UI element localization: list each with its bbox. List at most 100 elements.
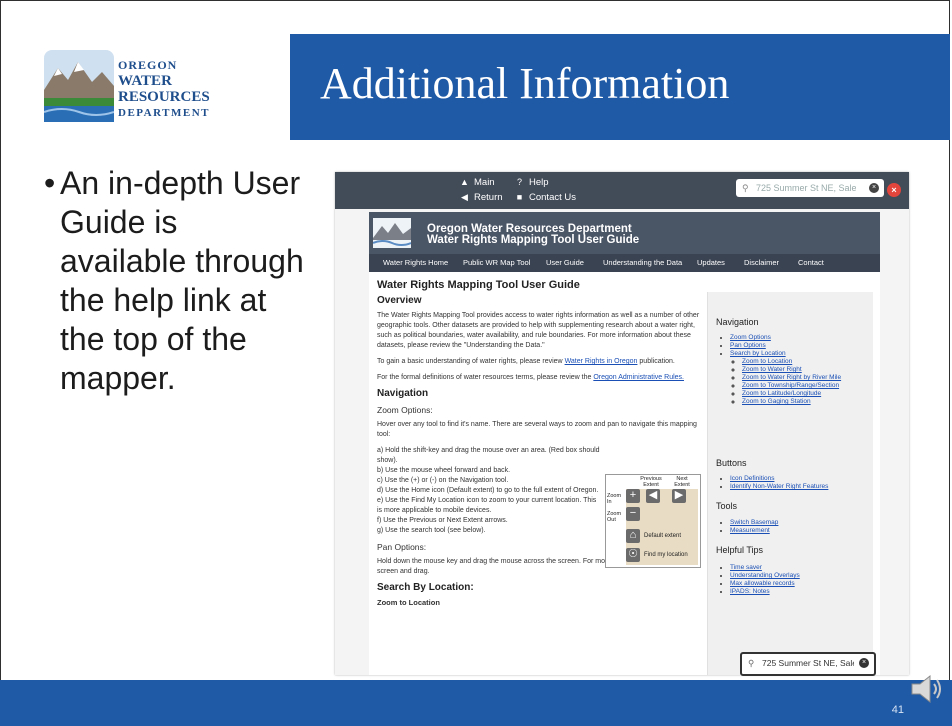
zoom-step: e) Use the Find My Location icon to zoom… bbox=[377, 497, 597, 514]
sidebar-link-icon-definitions[interactable]: Icon Definitions bbox=[730, 475, 774, 482]
nav-water-rights-home[interactable]: Water Rights Home bbox=[383, 258, 448, 267]
owrd-logo: OREGON WATER RESOURCES DEPARTMENT bbox=[43, 50, 274, 130]
clear-search-icon[interactable]: × bbox=[869, 183, 879, 193]
callout-clear-icon[interactable]: × bbox=[859, 658, 869, 668]
search-value: 725 Summer St NE, Salem bbox=[756, 183, 856, 193]
overview-heading: Overview bbox=[377, 295, 422, 306]
default-extent-label: Default extent bbox=[644, 533, 682, 539]
nav-updates[interactable]: Updates bbox=[697, 258, 725, 267]
guide-page-title: Water Rights Mapping Tool User Guide bbox=[377, 279, 580, 291]
slide-title: Additional Information bbox=[320, 59, 730, 108]
contact-label: Contact Us bbox=[529, 192, 576, 203]
sidebar-link-zoom-options[interactable]: Zoom Options bbox=[730, 334, 771, 341]
find-my-location-label: Find my location bbox=[644, 552, 688, 558]
sidebar-link-identify-features[interactable]: Identify Non-Water Right Features bbox=[730, 483, 828, 490]
question-icon: ? bbox=[516, 177, 522, 187]
sidebar-link-understanding-overlays[interactable]: Understanding Overlays bbox=[730, 572, 800, 579]
sidebar-link-pan-options[interactable]: Pan Options bbox=[730, 342, 766, 349]
previous-extent-icon: ◀ bbox=[646, 489, 660, 503]
sidebar-link-zoom-lat-long[interactable]: Zoom to Latitude/Longitude bbox=[742, 390, 821, 397]
zoom-in-icon: + bbox=[626, 489, 640, 503]
sidebar-link-time-saver[interactable]: Time saver bbox=[730, 564, 762, 571]
water-rights-in-oregon-link[interactable]: Water Rights in Oregon bbox=[565, 358, 638, 365]
sidebar-link-switch-basemap[interactable]: Switch Basemap bbox=[730, 519, 778, 526]
bullet-text: An in-depth User Guide is available thro… bbox=[60, 165, 304, 396]
zoom-in-label: Zoom In bbox=[607, 493, 622, 505]
sidebar-buttons-heading: Buttons bbox=[716, 458, 747, 468]
contact-link[interactable]: ■ Contact Us bbox=[515, 192, 576, 203]
sidebar-tools-list: Switch Basemap Measurement bbox=[716, 519, 778, 535]
zoom-intro: Hover over any tool to find it's name. T… bbox=[377, 421, 697, 438]
home-icon: ▲ bbox=[460, 177, 469, 187]
callout-search-icon: ⚲ bbox=[748, 658, 755, 668]
oregon-admin-rules-link[interactable]: Oregon Administrative Rules. bbox=[593, 374, 684, 381]
zoom-step: g) Use the search tool (see below). bbox=[377, 527, 486, 534]
nav-user-guide[interactable]: User Guide bbox=[546, 258, 584, 267]
sidebar-link-zoom-township[interactable]: Zoom to Township/Range/Section bbox=[742, 382, 839, 389]
search-box-callout[interactable]: ⚲ 725 Summer St NE, Salem × bbox=[740, 652, 876, 676]
back-arrow-icon: ◀ bbox=[461, 192, 468, 202]
bullet-point: • An in-depth User Guide is available th… bbox=[44, 164, 304, 398]
return-label: Return bbox=[474, 192, 503, 203]
zoom-options-heading: Zoom Options: bbox=[377, 405, 433, 415]
title-bar: Additional Information bbox=[290, 34, 950, 140]
sidebar-link-zoom-gaging-station[interactable]: Zoom to Gaging Station bbox=[742, 398, 811, 405]
nav-public-wr-map-tool[interactable]: Public WR Map Tool bbox=[463, 258, 530, 267]
help-link[interactable]: ? Help bbox=[515, 177, 549, 188]
zoom-step: b) Use the mouse wheel forward and back. bbox=[377, 467, 511, 474]
sidebar-search-sublist: Zoom to Location Zoom to Water Right Zoo… bbox=[730, 358, 841, 406]
zoom-to-location-heading: Zoom to Location bbox=[377, 598, 440, 607]
mapper-search-input[interactable]: ⚲ 725 Summer St NE, Salem × bbox=[736, 179, 884, 197]
nav-understanding-data[interactable]: Understanding the Data bbox=[603, 258, 682, 267]
basic-text-pre: To gain a basic understanding of water r… bbox=[377, 358, 563, 365]
logo-text: OREGON WATER RESOURCES DEPARTMENT bbox=[118, 57, 210, 121]
main-label: Main bbox=[474, 177, 495, 188]
next-extent-label: Next Extent bbox=[674, 476, 690, 488]
overview-text: The Water Rights Mapping Tool provides a… bbox=[377, 312, 700, 349]
help-label: Help bbox=[529, 177, 549, 188]
user-guide-page: Oregon Water Resources Department Water … bbox=[369, 212, 880, 675]
mapper-screenshot: ▲ Main ? Help ◀ Return ■ Contact Us ⚲ 725 Su… bbox=[335, 172, 909, 675]
main-link[interactable]: ▲ Main bbox=[460, 177, 495, 188]
close-icon[interactable]: × bbox=[887, 183, 901, 197]
guide-header-line2: Water Rights Mapping Tool User Guide bbox=[427, 234, 640, 246]
sidebar-link-zoom-to-location[interactable]: Zoom to Location bbox=[742, 358, 792, 365]
sidebar-link-max-records[interactable]: Max allowable records bbox=[730, 580, 795, 587]
slide-footer bbox=[0, 680, 952, 726]
sidebar-link-search-by-location[interactable]: Search by Location bbox=[730, 350, 786, 357]
guide-sidebar: Navigation Zoom Options Pan Options Sear… bbox=[707, 292, 873, 675]
guide-header-title: Oregon Water Resources Department Water … bbox=[427, 223, 640, 246]
slide-number: 41 bbox=[891, 704, 904, 716]
sidebar-tools-heading: Tools bbox=[716, 501, 738, 511]
formal-text-pre: For the formal definitions of water reso… bbox=[377, 374, 592, 381]
mapper-topbar: ▲ Main ? Help ◀ Return ■ Contact Us ⚲ 725 Su… bbox=[335, 172, 909, 209]
zoom-out-icon: − bbox=[626, 507, 640, 521]
return-link[interactable]: ◀ Return bbox=[460, 192, 503, 203]
formal-definitions-text: For the formal definitions of water reso… bbox=[377, 373, 707, 383]
sidebar-navigation-heading: Navigation bbox=[716, 317, 759, 327]
logo-line-oregon: OREGON bbox=[118, 58, 178, 72]
sidebar-buttons-list: Icon Definitions Identify Non-Water Righ… bbox=[716, 475, 828, 491]
mountain-logo-icon bbox=[43, 50, 115, 122]
guide-header: Oregon Water Resources Department Water … bbox=[369, 212, 880, 254]
phone-icon: ■ bbox=[516, 192, 523, 202]
zoom-step: c) Use the (+) or (-) on the Navigation … bbox=[377, 477, 509, 484]
basic-text-post: publication. bbox=[639, 358, 675, 365]
search-icon: ⚲ bbox=[742, 183, 749, 193]
sidebar-link-measurement[interactable]: Measurement bbox=[730, 527, 770, 534]
sidebar-link-zoom-to-water-right[interactable]: Zoom to Water Right bbox=[742, 366, 802, 373]
logo-line-water: WATER bbox=[118, 73, 172, 89]
nav-contact[interactable]: Contact bbox=[798, 258, 824, 267]
nav-disclaimer[interactable]: Disclaimer bbox=[744, 258, 779, 267]
speaker-icon[interactable] bbox=[910, 672, 946, 706]
callout-search-value: 725 Summer St NE, Salem bbox=[762, 658, 854, 668]
bullet-dot: • bbox=[44, 165, 56, 201]
home-extent-icon: ⌂ bbox=[626, 529, 640, 543]
sidebar-link-zoom-river-mile[interactable]: Zoom to Water Right by River Mile bbox=[742, 374, 841, 381]
logo-line-department: DEPARTMENT bbox=[118, 107, 211, 119]
sidebar-tips-list: Time saver Understanding Overlays Max al… bbox=[716, 564, 800, 596]
sidebar-tips-heading: Helpful Tips bbox=[716, 545, 764, 555]
search-by-location-heading: Search By Location: bbox=[377, 582, 474, 593]
navigation-heading: Navigation bbox=[377, 388, 429, 399]
sidebar-link-ipads-notes[interactable]: IPADS: Notes bbox=[730, 588, 770, 595]
